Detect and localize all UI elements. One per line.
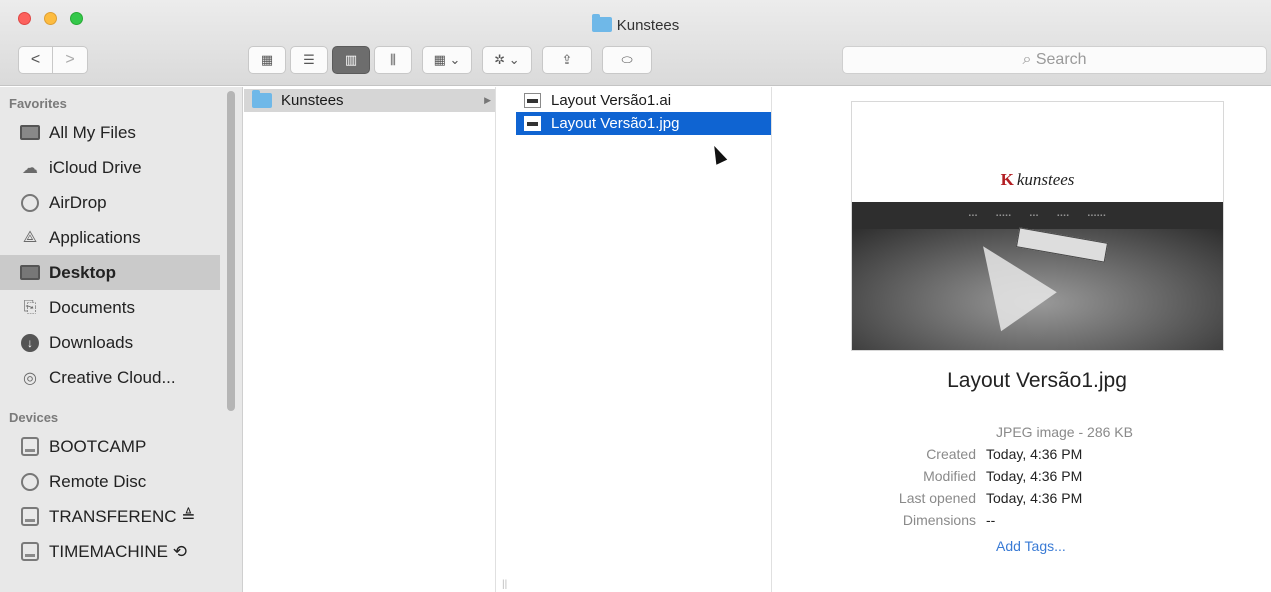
sidebar-item-desktop[interactable]: Desktop — [0, 255, 220, 290]
chevron-left-icon: < — [30, 51, 41, 68]
back-button[interactable]: < — [18, 46, 53, 74]
sidebar-item-documents[interactable]: ⎘ Documents — [0, 290, 242, 325]
favorites-heading: Favorites — [9, 96, 67, 111]
disc-icon — [20, 472, 40, 492]
window-toolbar: Kunstees < > ▦ ☰ ▥ ⫼ ▦ ⌄ ✲ ⌄ ⇪ ⬭ ⌕ Searc… — [0, 0, 1271, 86]
file-icon — [524, 93, 541, 108]
creative-cloud-icon: ◎ — [23, 369, 37, 387]
thumbnail-nav-bar: ▪▪▪ ▪▪▪▪▪ ▪▪▪ ▪▪▪▪ ▪▪▪▪▪▪ — [852, 202, 1223, 229]
applications-icon: ⟁ — [22, 228, 38, 246]
sidebar-item-bootcamp[interactable]: BOOTCAMP — [0, 429, 242, 464]
sidebar-item-timemachine[interactable]: TIMEMACHINE ⟲ — [0, 534, 242, 569]
disk-icon — [20, 437, 40, 457]
share-button[interactable]: ⇪ — [542, 46, 592, 74]
preview-filename: Layout Versão1.jpg — [947, 369, 1127, 392]
forward-button[interactable]: > — [53, 46, 88, 74]
timemachine-icon — [20, 542, 40, 562]
thumbnail-photo — [852, 226, 1223, 350]
image-thumbnail: Kkunstees ▪▪▪ ▪▪▪▪▪ ▪▪▪ ▪▪▪▪ ▪▪▪▪▪▪ — [851, 101, 1224, 351]
navigation-group: < > — [18, 46, 88, 74]
devices-heading: Devices — [9, 410, 59, 425]
disclosure-arrow-icon: ▶ — [484, 95, 491, 105]
tag-icon: ⬭ — [621, 52, 633, 67]
sidebar-item-remote-disc[interactable]: Remote Disc — [0, 464, 242, 499]
column-view-button[interactable]: ▥ — [332, 46, 370, 74]
kunstees-logo: Kkunstees — [1000, 170, 1075, 189]
sidebar-item-airdrop[interactable]: AirDrop — [0, 185, 242, 220]
downloads-icon: ↓ — [20, 333, 40, 353]
list-view-icon: ☰ — [303, 52, 315, 67]
column-2: Layout Versão1.ai Layout Versão1.jpg || — [516, 87, 783, 592]
list-item-kunstees-folder[interactable]: Kunstees ▶ — [244, 89, 495, 112]
all-files-icon — [20, 123, 40, 143]
column-resize-handle[interactable]: || — [502, 579, 507, 590]
documents-icon: ⎘ — [23, 298, 37, 316]
view-switcher: ▦ ☰ ▥ ⫼ ▦ ⌄ ✲ ⌄ ⇪ ⬭ — [248, 46, 652, 74]
window-title: Kunstees — [0, 14, 1271, 34]
airdrop-icon — [20, 193, 40, 213]
action-button[interactable]: ✲ ⌄ — [482, 46, 532, 74]
icon-view-button[interactable]: ▦ — [248, 46, 286, 74]
preview-metadata: Created Today, 4:36 PM Modified Today, 4… — [773, 446, 1271, 534]
coverflow-view-icon: ⫼ — [390, 52, 396, 67]
cloud-icon: ☁ — [22, 159, 38, 177]
arrange-button[interactable]: ▦ ⌄ — [422, 46, 472, 74]
sidebar: Favorites All My Files ☁ iCloud Drive Ai… — [0, 87, 243, 592]
meta-row-last-opened: Last opened Today, 4:36 PM — [898, 490, 1083, 506]
list-item-layout-ai[interactable]: Layout Versão1.ai — [516, 89, 771, 112]
list-view-button[interactable]: ☰ — [290, 46, 328, 74]
sidebar-item-creative-cloud[interactable]: ◎ Creative Cloud... — [0, 360, 242, 395]
arrange-icon: ▦ ⌄ — [433, 52, 461, 67]
meta-row-created: Created Today, 4:36 PM — [926, 446, 1083, 462]
folder-icon — [252, 90, 272, 108]
folder-icon — [591, 14, 612, 32]
coverflow-view-button[interactable]: ⫼ — [374, 46, 412, 74]
preview-file-type: JPEG image - 286 KB — [996, 424, 1133, 440]
share-icon: ⇪ — [561, 52, 573, 67]
sidebar-item-icloud-drive[interactable]: ☁ iCloud Drive — [0, 150, 242, 185]
list-item-layout-jpg[interactable]: Layout Versão1.jpg — [516, 112, 771, 135]
image-file-icon — [524, 116, 541, 131]
meta-row-dimensions: Dimensions -- — [902, 512, 996, 528]
preview-pane: Kkunstees ▪▪▪ ▪▪▪▪▪ ▪▪▪ ▪▪▪▪ ▪▪▪▪▪▪ Layout V… — [773, 87, 1271, 592]
sidebar-item-transferenc[interactable]: TRANSFERENC ≜ — [0, 499, 242, 534]
disk-icon — [20, 507, 40, 527]
chevron-right-icon: > — [65, 51, 75, 68]
search-icon: ⌕ — [1022, 51, 1036, 68]
sidebar-item-applications[interactable]: ⟁ Applications — [0, 220, 242, 255]
add-tags-link[interactable]: Add Tags... — [996, 538, 1066, 554]
gear-icon: ✲ ⌄ — [494, 52, 520, 67]
sidebar-item-all-my-files[interactable]: All My Files — [0, 115, 242, 150]
sidebar-scrollbar[interactable] — [227, 91, 235, 411]
search-input[interactable]: ⌕ Search — [842, 46, 1267, 74]
column-view-icon: ▥ — [344, 52, 358, 67]
sidebar-item-downloads[interactable]: ↓ Downloads — [0, 325, 242, 360]
column-1: Kunstees ▶ || — [244, 87, 507, 592]
icon-view-icon: ▦ — [260, 52, 274, 67]
tag-button[interactable]: ⬭ — [602, 46, 652, 74]
desktop-icon — [20, 263, 40, 283]
meta-row-modified: Modified Today, 4:36 PM — [923, 468, 1083, 484]
